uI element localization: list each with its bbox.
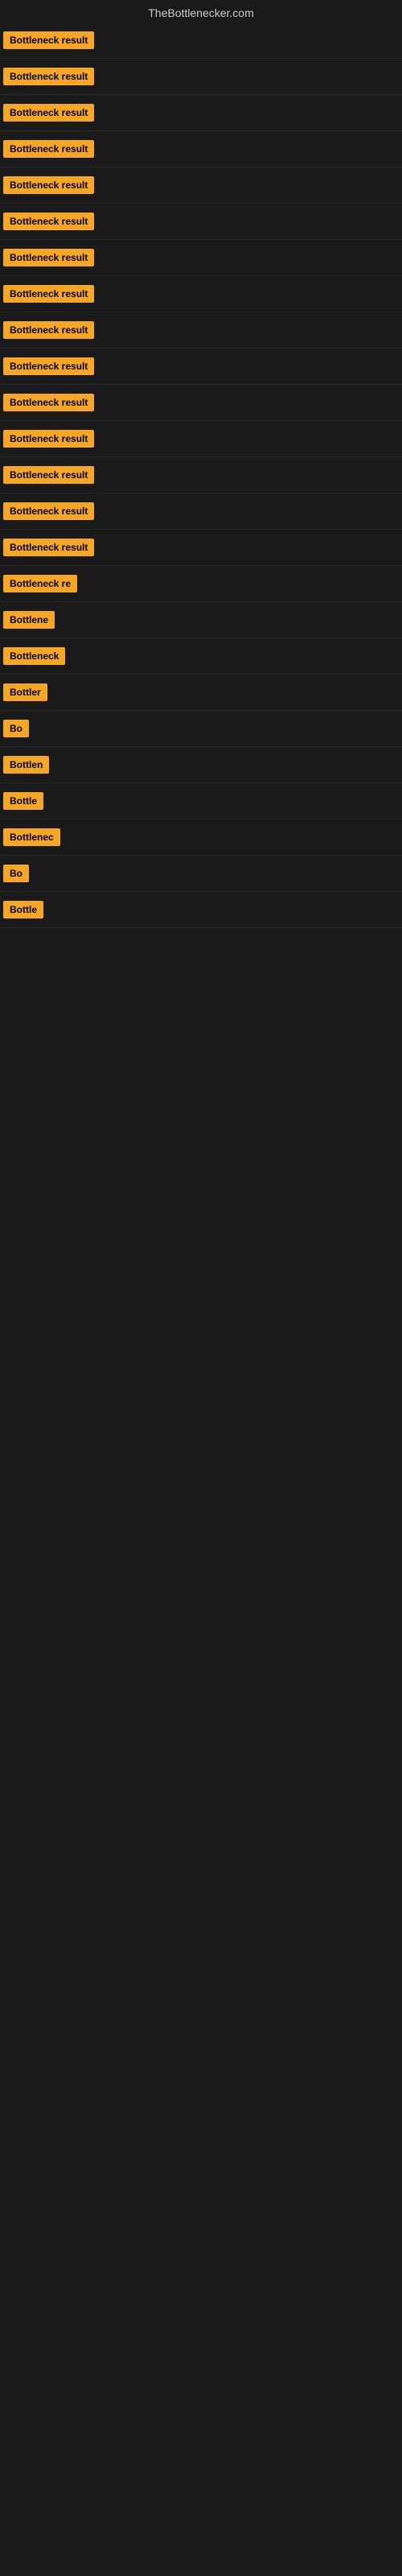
result-row: Bottleneck result — [0, 23, 402, 59]
bottleneck-badge[interactable]: Bottleneck result — [3, 249, 94, 266]
bottleneck-badge[interactable]: Bottleneck result — [3, 502, 94, 520]
result-row: Bottleneck result — [0, 240, 402, 276]
result-row: Bottleneck re — [0, 566, 402, 602]
bottleneck-badge[interactable]: Bo — [3, 720, 29, 737]
bottleneck-badge[interactable]: Bottleneck result — [3, 213, 94, 230]
result-row: Bottleneck result — [0, 59, 402, 95]
result-row: Bottleneck result — [0, 385, 402, 421]
result-row: Bo — [0, 711, 402, 747]
result-row: Bottlen — [0, 747, 402, 783]
bottleneck-badge[interactable]: Bottleneck result — [3, 176, 94, 194]
bottleneck-badge[interactable]: Bottleneck — [3, 647, 65, 665]
bottleneck-badge[interactable]: Bottlen — [3, 756, 49, 774]
results-list: Bottleneck result Bottleneck result Bottle… — [0, 23, 402, 928]
result-row: Bottler — [0, 675, 402, 711]
result-row: Bottlene — [0, 602, 402, 638]
bottleneck-badge[interactable]: Bottleneck result — [3, 357, 94, 375]
bottleneck-badge[interactable]: Bottleneck result — [3, 104, 94, 122]
site-title-bar: TheBottlenecker.com — [0, 0, 402, 23]
result-row: Bottleneck result — [0, 204, 402, 240]
result-row: Bottleneck result — [0, 276, 402, 312]
result-row: Bottleneck — [0, 638, 402, 675]
bottleneck-badge[interactable]: Bottleneck result — [3, 321, 94, 339]
result-row: Bottleneck result — [0, 421, 402, 457]
bottleneck-badge[interactable]: Bottle — [3, 901, 43, 919]
bottleneck-badge[interactable]: Bo — [3, 865, 29, 882]
bottleneck-badge[interactable]: Bottlene — [3, 611, 55, 629]
bottleneck-badge[interactable]: Bottleneck result — [3, 140, 94, 158]
bottleneck-badge[interactable]: Bottleneck result — [3, 394, 94, 411]
bottleneck-badge[interactable]: Bottleneck result — [3, 68, 94, 85]
bottleneck-badge[interactable]: Bottleneck result — [3, 466, 94, 484]
result-row: Bottleneck result — [0, 493, 402, 530]
result-row: Bottlenec — [0, 819, 402, 856]
bottleneck-badge[interactable]: Bottleneck result — [3, 539, 94, 556]
bottleneck-badge[interactable]: Bottleneck result — [3, 285, 94, 303]
bottleneck-badge[interactable]: Bottle — [3, 792, 43, 810]
bottleneck-badge[interactable]: Bottleneck re — [3, 575, 77, 592]
result-row: Bottleneck result — [0, 131, 402, 167]
bottleneck-badge[interactable]: Bottleneck result — [3, 430, 94, 448]
bottleneck-badge[interactable]: Bottleneck result — [3, 31, 94, 49]
bottleneck-badge[interactable]: Bottler — [3, 683, 47, 701]
result-row: Bo — [0, 856, 402, 892]
result-row: Bottle — [0, 892, 402, 928]
result-row: Bottle — [0, 783, 402, 819]
site-title: TheBottlenecker.com — [0, 0, 402, 23]
result-row: Bottleneck result — [0, 312, 402, 349]
result-row: Bottleneck result — [0, 457, 402, 493]
result-row: Bottleneck result — [0, 167, 402, 204]
result-row: Bottleneck result — [0, 530, 402, 566]
bottleneck-badge[interactable]: Bottlenec — [3, 828, 60, 846]
result-row: Bottleneck result — [0, 349, 402, 385]
result-row: Bottleneck result — [0, 95, 402, 131]
